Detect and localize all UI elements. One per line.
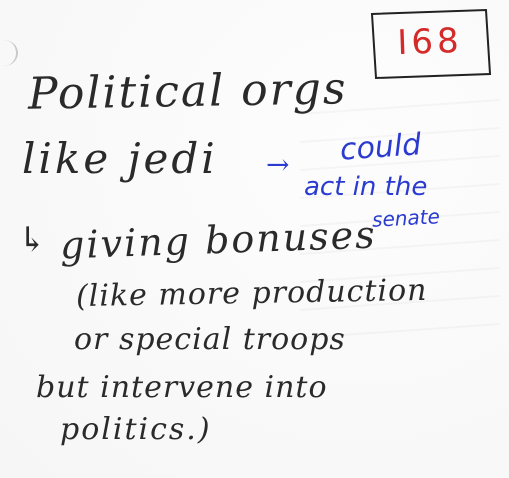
line-like-jedi: like jedi: [22, 134, 218, 183]
line-could: could: [338, 127, 423, 168]
paper-corner-mark: [0, 40, 18, 66]
line-politics: politics.): [60, 412, 212, 447]
arrow-right-icon: →: [266, 148, 290, 181]
arrow-hook-icon: ↳: [18, 220, 47, 260]
line-but-intervene-into: but intervene into: [36, 370, 328, 405]
line-political-orgs: Political orgs: [27, 63, 348, 120]
note-id-box: I68: [368, 8, 492, 80]
line-like-more-production: (like more production: [75, 272, 428, 315]
line-senate: senate: [371, 204, 441, 232]
line-or-special-troops: or special troops: [74, 322, 346, 357]
line-act-in-the: act in the: [304, 172, 428, 202]
note-id-label: I68: [396, 20, 464, 64]
paper-page: I68 Political orgs like jedi → could act…: [0, 0, 509, 478]
